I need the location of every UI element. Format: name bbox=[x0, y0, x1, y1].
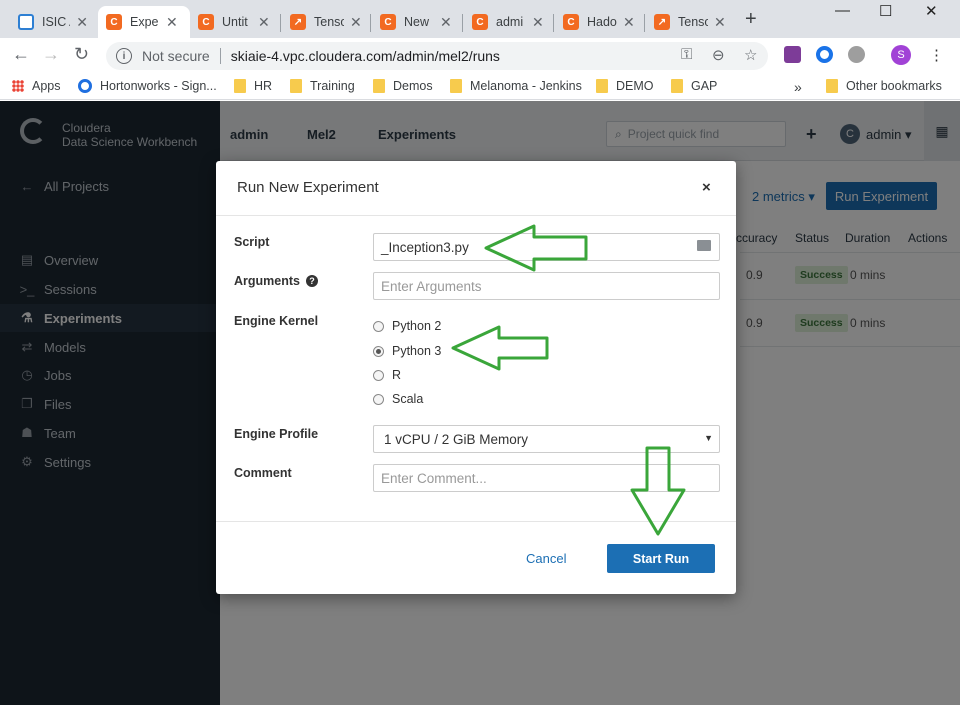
tab-separator bbox=[644, 14, 645, 32]
bookmark-training[interactable]: Training bbox=[290, 79, 355, 93]
annotation-arrow-down-icon bbox=[630, 446, 686, 536]
close-icon[interactable]: ✕ bbox=[350, 14, 362, 31]
kernel-option-python3[interactable]: Python 3 bbox=[373, 344, 441, 358]
bookmark-other[interactable]: Other bookmarks bbox=[826, 79, 942, 93]
profile-avatar[interactable]: S bbox=[891, 45, 911, 65]
tensorboard-icon: ↗ bbox=[290, 14, 306, 30]
isic-icon bbox=[18, 14, 34, 30]
dialog-title: Run New Experiment bbox=[237, 179, 379, 196]
tab-new[interactable]: C New ✕ bbox=[372, 6, 462, 38]
comment-label: Comment bbox=[234, 466, 292, 480]
close-icon[interactable]: ✕ bbox=[714, 14, 726, 31]
tab-separator bbox=[462, 14, 463, 32]
cloudera-icon: C bbox=[106, 14, 122, 30]
bookmark-apps[interactable]: Apps bbox=[12, 79, 61, 93]
cloudera-icon: C bbox=[563, 14, 579, 30]
zoom-icon[interactable]: ⊖ bbox=[712, 46, 725, 64]
folder-open-icon[interactable] bbox=[697, 240, 711, 251]
bookmark-melanoma-jenkins[interactable]: Melanoma - Jenkins bbox=[450, 79, 582, 93]
kernel-option-python2[interactable]: Python 2 bbox=[373, 319, 441, 333]
arguments-label: Arguments? bbox=[234, 274, 318, 288]
extension-icon[interactable] bbox=[784, 46, 801, 63]
radio-button[interactable] bbox=[373, 320, 384, 332]
radio-button-selected[interactable] bbox=[373, 345, 384, 357]
close-icon[interactable]: ✕ bbox=[440, 14, 452, 31]
bookmark-gap[interactable]: GAP bbox=[671, 79, 717, 93]
tab-separator bbox=[280, 14, 281, 32]
reload-icon[interactable]: ↻ bbox=[74, 44, 89, 65]
arguments-input[interactable]: Enter Arguments bbox=[373, 272, 720, 300]
radio-button[interactable] bbox=[373, 369, 384, 381]
star-icon[interactable]: ☆ bbox=[744, 46, 757, 64]
cancel-button[interactable]: Cancel bbox=[526, 551, 566, 566]
tab-separator bbox=[553, 14, 554, 32]
tab-hadoop[interactable]: C Hado ✕ bbox=[555, 6, 643, 38]
bookmarks-overflow-button[interactable]: » bbox=[794, 79, 802, 95]
engine-kernel-label: Engine Kernel bbox=[234, 314, 319, 328]
engine-profile-label: Engine Profile bbox=[234, 427, 319, 441]
bookmark-demo[interactable]: DEMO bbox=[596, 79, 654, 93]
maximize-icon[interactable]: ☐ bbox=[879, 2, 892, 20]
tab-separator bbox=[370, 14, 371, 32]
close-icon[interactable]: × bbox=[702, 179, 711, 196]
window-close-icon[interactable]: ✕ bbox=[925, 2, 938, 20]
tab-isic[interactable]: ISIC A ✕ bbox=[10, 6, 96, 38]
bookmark-hr[interactable]: HR bbox=[234, 79, 272, 93]
folder-icon bbox=[826, 79, 838, 93]
folder-icon bbox=[450, 79, 462, 93]
tab-tensorboard[interactable]: ↗ Tenso ✕ bbox=[282, 6, 370, 38]
cloudera-icon: C bbox=[472, 14, 488, 30]
cloudera-icon: C bbox=[380, 14, 396, 30]
new-tab-button[interactable]: + bbox=[745, 8, 757, 31]
folder-icon bbox=[373, 79, 385, 93]
annotation-arrow-left-icon bbox=[484, 224, 588, 272]
help-icon[interactable]: ? bbox=[305, 275, 318, 287]
script-label: Script bbox=[234, 235, 270, 249]
address-bar[interactable]: i Not secure skiaie-4.vpc.cloudera.com/a… bbox=[106, 42, 768, 70]
folder-icon bbox=[596, 79, 608, 93]
close-icon[interactable]: ✕ bbox=[76, 14, 88, 31]
tab-experiments[interactable]: C Expe ✕ bbox=[98, 6, 190, 38]
cloudera-icon: C bbox=[198, 14, 214, 30]
hortonworks-icon bbox=[78, 79, 92, 93]
kernel-option-r[interactable]: R bbox=[373, 368, 401, 382]
back-arrow-icon[interactable]: ← bbox=[12, 44, 30, 65]
close-icon[interactable]: ✕ bbox=[258, 14, 270, 31]
caret-down-icon: ▼ bbox=[704, 433, 713, 443]
tab-admin[interactable]: C admi ✕ bbox=[464, 6, 552, 38]
key-icon[interactable]: ⚿ bbox=[681, 46, 692, 63]
tensorboard-icon: ↗ bbox=[654, 14, 670, 30]
divider bbox=[216, 215, 736, 216]
folder-icon bbox=[234, 79, 246, 93]
info-icon[interactable]: i bbox=[116, 48, 132, 64]
annotation-arrow-left-icon bbox=[451, 325, 549, 371]
apps-icon bbox=[12, 80, 24, 92]
menu-dots-icon[interactable]: ⋮ bbox=[929, 46, 944, 64]
bookmark-hortonworks[interactable]: Hortonworks - Sign... bbox=[78, 79, 217, 93]
extension-icon[interactable] bbox=[816, 46, 833, 63]
kernel-option-scala[interactable]: Scala bbox=[373, 392, 423, 406]
close-icon[interactable]: ✕ bbox=[166, 14, 178, 31]
extension-icon[interactable] bbox=[848, 46, 865, 63]
radio-button[interactable] bbox=[373, 393, 384, 405]
tab-untitled[interactable]: C Untit ✕ bbox=[190, 6, 278, 38]
tab-tensorboard-2[interactable]: ↗ Tenso ✕ bbox=[646, 6, 734, 38]
minimize-icon[interactable]: — bbox=[835, 2, 850, 19]
folder-icon bbox=[671, 79, 683, 93]
folder-icon bbox=[290, 79, 302, 93]
forward-arrow-icon[interactable]: → bbox=[42, 44, 60, 65]
start-run-button[interactable]: Start Run bbox=[607, 544, 715, 573]
close-icon[interactable]: ✕ bbox=[532, 14, 544, 31]
close-icon[interactable]: ✕ bbox=[623, 14, 635, 31]
bookmark-demos[interactable]: Demos bbox=[373, 79, 433, 93]
